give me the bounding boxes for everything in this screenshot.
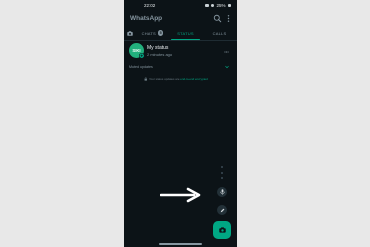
- encryption-text-prefix: Your status updates are: [149, 76, 181, 81]
- status-bar: 22:02 25%: [124, 0, 237, 10]
- unread-badge: 5: [157, 30, 164, 36]
- app-header: WhatsApp: [124, 10, 237, 26]
- battery-level: 25%: [216, 3, 226, 8]
- encryption-link[interactable]: end-to-end encrypted: [180, 77, 207, 81]
- tab-camera[interactable]: [124, 26, 136, 40]
- tab-chats-label: CHATS: [141, 30, 156, 36]
- camera-icon: [218, 227, 226, 233]
- status-icons: 25%: [205, 3, 231, 8]
- fab-dot: [221, 177, 223, 179]
- signal-icon: [205, 3, 209, 8]
- text-status-button[interactable]: [217, 205, 227, 215]
- encryption-note: Your status updates are end-to-end encry…: [124, 75, 237, 83]
- tab-status[interactable]: STATUS: [169, 26, 202, 40]
- tab-status-label: STATUS: [177, 30, 194, 36]
- chevron-down-icon: [225, 65, 229, 68]
- tab-calls-label: CALLS: [212, 30, 227, 36]
- app-title: WhatsApp: [130, 15, 163, 22]
- encryption-text: Your status updates are end-to-end encry…: [149, 77, 208, 81]
- wifi-icon: [210, 3, 215, 8]
- overflow-menu-icon[interactable]: [224, 14, 233, 23]
- search-icon[interactable]: [213, 14, 222, 23]
- my-status-row[interactable]: SIKI My status 2 minutes ago •••: [124, 40, 237, 62]
- fab-dots: [221, 166, 223, 183]
- camera-status-button[interactable]: [213, 221, 231, 239]
- fab-dot: [221, 171, 223, 174]
- muted-updates-label: Muted updates: [129, 65, 153, 69]
- my-status-name: My status: [147, 45, 169, 51]
- tab-calls[interactable]: CALLS: [202, 26, 237, 40]
- phone-screen: 22:02 25% WhatsApp CHATS 5 STATUS CALLS …: [124, 0, 237, 247]
- home-indicator: [159, 243, 202, 245]
- tab-chats[interactable]: CHATS 5: [136, 26, 169, 40]
- my-status-time: 2 minutes ago: [147, 52, 173, 57]
- my-status-menu-icon[interactable]: •••: [224, 49, 229, 54]
- battery-icon: [227, 3, 231, 8]
- tab-bar: CHATS 5 STATUS CALLS: [124, 26, 237, 41]
- mic-icon: [219, 189, 225, 195]
- fab-dot: [221, 166, 223, 168]
- camera-icon: [127, 30, 133, 36]
- muted-updates-section[interactable]: Muted updates: [124, 62, 237, 72]
- status-time: 22:02: [144, 3, 156, 8]
- add-status-icon: [139, 53, 145, 59]
- pencil-icon: [220, 208, 224, 212]
- lock-icon: [144, 76, 147, 81]
- pointer-arrow-icon: [160, 187, 201, 203]
- voice-status-button[interactable]: [217, 187, 227, 197]
